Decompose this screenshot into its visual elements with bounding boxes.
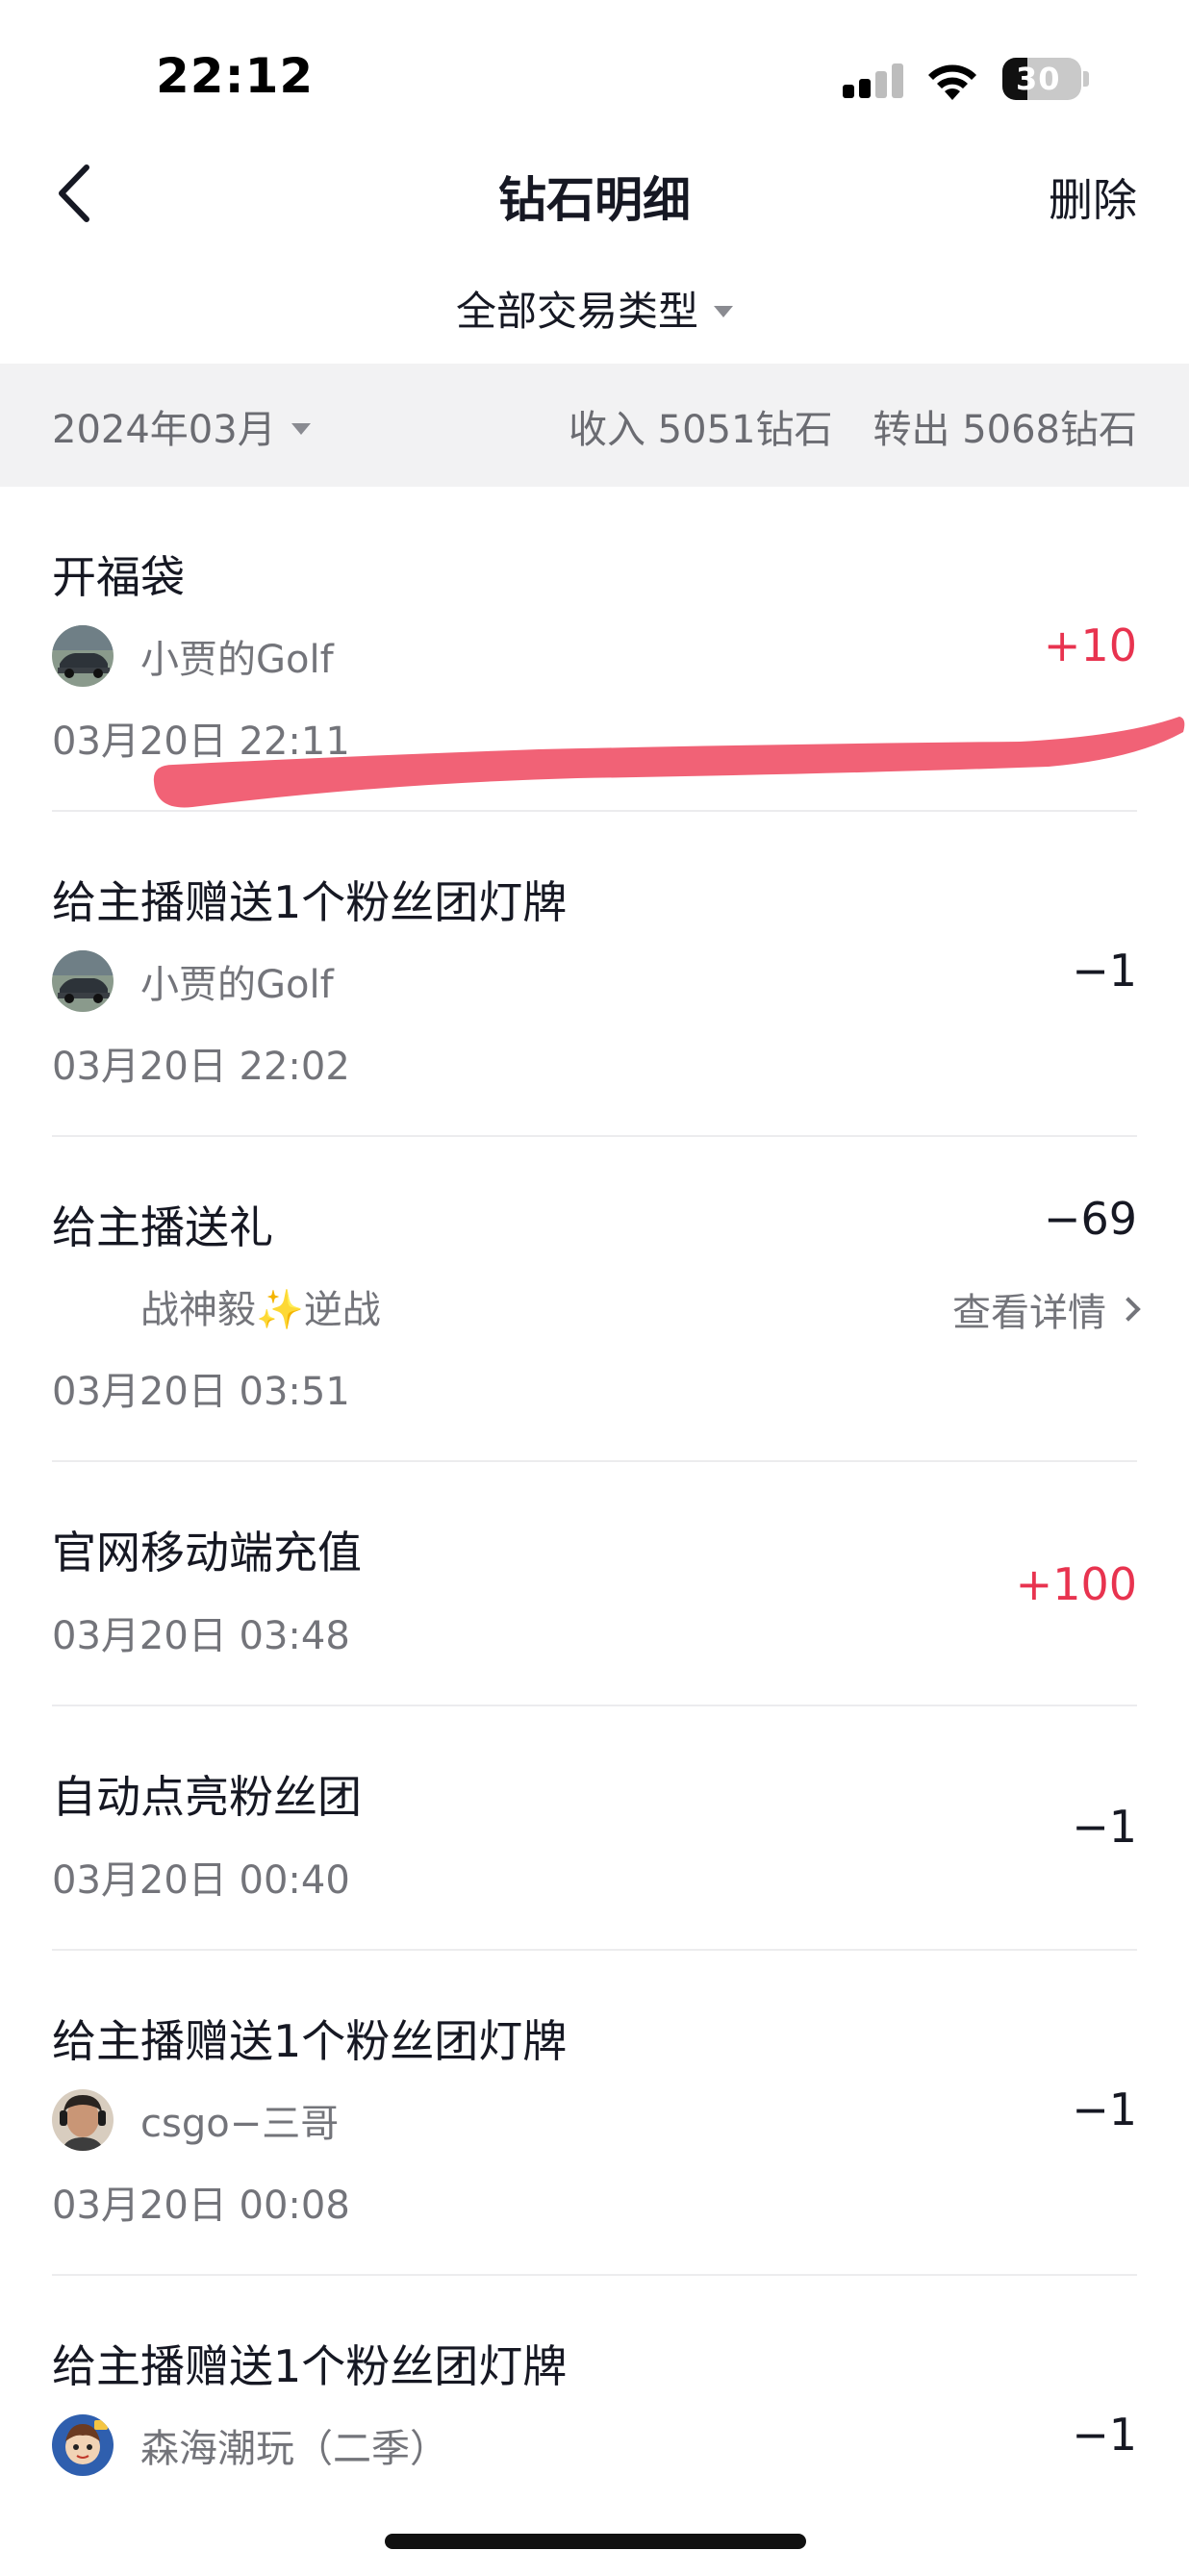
transaction-user: csgo−三哥 [52,2089,339,2151]
status-bar: 22:12 30 [0,0,1189,144]
battery-level: 30 [1016,61,1061,97]
outgo-total: 转出 5068钻石 [873,408,1137,452]
month-selector[interactable]: 2024年03月 [52,398,311,454]
chevron-right-icon [1116,1297,1141,1322]
transaction-user-name: 战神毅✨逆战 [140,1288,381,1332]
month-summary-bar: 2024年03月 收入 5051钻石 转出 5068钻石 [0,364,1189,487]
transaction-item[interactable]: 给主播赠送1个粉丝团灯牌 森海潮玩（二季） −1 [52,2276,1137,2516]
transaction-user-name: 小贾的Golf [140,963,334,1007]
transaction-title: 自动点亮粉丝团 [52,1771,362,1823]
transaction-amount: −1 [1072,945,1137,997]
cartoon-avatar [52,2414,114,2476]
transaction-title: 给主播赠送1个粉丝团灯牌 [52,2015,568,2067]
transaction-user: 战神毅✨逆战 [52,1275,381,1337]
page-title: 钻石明细 [498,172,691,228]
transaction-title: 给主播赠送1个粉丝团灯牌 [52,876,568,928]
transaction-amount: +100 [1015,1558,1137,1610]
transaction-time: 03月20日 22:11 [52,720,350,764]
person-photo-avatar [52,2089,114,2151]
caret-down-icon [714,305,733,317]
home-indicator[interactable] [385,2534,806,2549]
transaction-amount: −1 [1072,1801,1137,1853]
income-total: 收入 5051钻石 [568,408,833,452]
transaction-amount: −69 [1043,1193,1137,1245]
cellular-signal-icon [843,63,904,98]
transaction-user-name: 森海潮玩（二季） [140,2427,448,2471]
transaction-amount: −1 [1072,2084,1137,2135]
wifi-icon [928,64,976,100]
transaction-title: 给主播赠送1个粉丝团灯牌 [52,2340,568,2392]
transaction-item[interactable]: 自动点亮粉丝团 −1 03月20日 00:40 [52,1706,1137,1951]
transaction-item[interactable]: 给主播送礼 −69 战神毅✨逆战 查看详情 03月20日 03:51 [52,1137,1141,1462]
transaction-title: 开福袋 [52,551,185,603]
view-details-label: 查看详情 [952,1291,1106,1335]
transaction-amount: +10 [1043,619,1137,671]
blank-avatar [52,1275,114,1337]
transaction-item[interactable]: 给主播赠送1个粉丝团灯牌 小贾的Golf −1 03月20日 22:02 [52,812,1137,1137]
month-selector-label: 2024年03月 [52,408,276,452]
transaction-item[interactable]: 给主播赠送1个粉丝团灯牌 csgo−三哥 −1 03月20日 00:08 [52,1951,1137,2276]
transaction-title: 官网移动端充值 [52,1527,362,1578]
delete-button[interactable]: 删除 [1049,165,1137,229]
car-photo-avatar [52,625,114,687]
transaction-time: 03月20日 00:08 [52,2184,350,2228]
transaction-type-filter-label: 全部交易类型 [455,288,698,335]
transaction-item[interactable]: 官网移动端充值 +100 03月20日 03:48 [52,1462,1137,1706]
transaction-title: 给主播送礼 [52,1201,273,1253]
transaction-list: 开福袋 小贾的Golf +10 03月20日 22:11 给主播赠送1个粉丝团灯… [0,487,1189,2516]
transaction-time: 03月20日 03:48 [52,1614,350,1658]
view-details-link[interactable]: 查看详情 [952,1281,1141,1337]
battery-cap [1083,71,1089,87]
transaction-type-filter[interactable]: 全部交易类型 [0,279,1189,342]
nav-bar: 钻石明细 删除 [0,144,1189,240]
transaction-user-name: csgo−三哥 [140,2102,340,2146]
battery-icon: 30 [1002,58,1081,100]
car-photo-avatar [52,950,114,1012]
caret-down-icon [291,423,311,435]
transaction-item[interactable]: 开福袋 小贾的Golf +10 03月20日 22:11 [52,487,1137,812]
transaction-time: 03月20日 03:51 [52,1370,350,1414]
transaction-user: 小贾的Golf [52,950,334,1012]
transaction-user-name: 小贾的Golf [140,638,334,682]
transaction-time: 03月20日 22:02 [52,1045,350,1089]
status-time: 22:12 [156,48,315,104]
income-outgo-summary: 收入 5051钻石 转出 5068钻石 [569,398,1137,454]
transaction-user: 小贾的Golf [52,625,334,687]
transaction-user: 森海潮玩（二季） [52,2414,448,2476]
transaction-amount: −1 [1072,2409,1137,2461]
transaction-time: 03月20日 00:40 [52,1858,350,1903]
